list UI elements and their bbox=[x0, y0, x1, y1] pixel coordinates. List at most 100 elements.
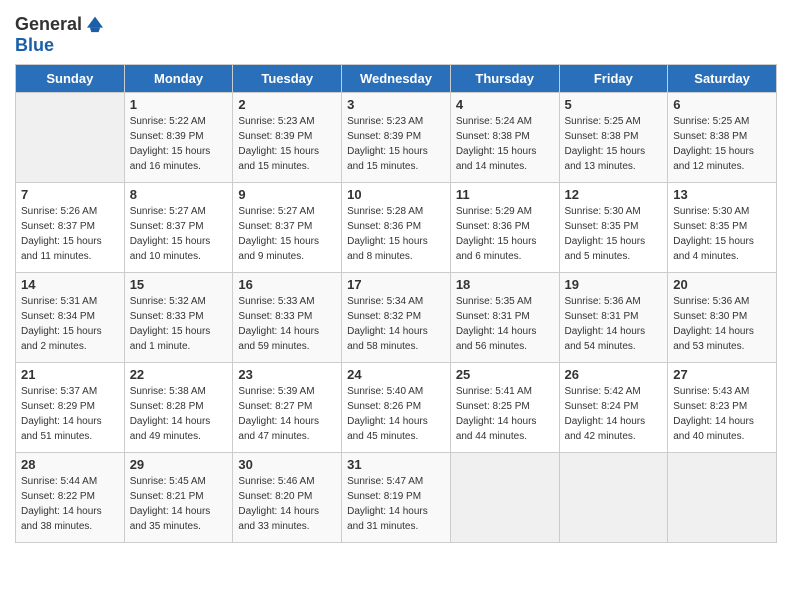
calendar-cell: 14 Sunrise: 5:31 AMSunset: 8:34 PMDaylig… bbox=[16, 273, 125, 363]
calendar-cell: 22 Sunrise: 5:38 AMSunset: 8:28 PMDaylig… bbox=[124, 363, 233, 453]
cell-info: Sunrise: 5:34 AMSunset: 8:32 PMDaylight:… bbox=[347, 294, 445, 354]
calendar-cell: 28 Sunrise: 5:44 AMSunset: 8:22 PMDaylig… bbox=[16, 453, 125, 543]
day-number: 26 bbox=[565, 367, 663, 382]
header-tuesday: Tuesday bbox=[233, 65, 342, 93]
day-number: 31 bbox=[347, 457, 445, 472]
calendar-cell: 3 Sunrise: 5:23 AMSunset: 8:39 PMDayligh… bbox=[342, 93, 451, 183]
day-number: 7 bbox=[21, 187, 119, 202]
header-wednesday: Wednesday bbox=[342, 65, 451, 93]
cell-info: Sunrise: 5:37 AMSunset: 8:29 PMDaylight:… bbox=[21, 384, 119, 444]
day-number: 2 bbox=[238, 97, 336, 112]
calendar-cell: 21 Sunrise: 5:37 AMSunset: 8:29 PMDaylig… bbox=[16, 363, 125, 453]
cell-info: Sunrise: 5:41 AMSunset: 8:25 PMDaylight:… bbox=[456, 384, 554, 444]
header-monday: Monday bbox=[124, 65, 233, 93]
cell-info: Sunrise: 5:25 AMSunset: 8:38 PMDaylight:… bbox=[565, 114, 663, 174]
calendar-cell: 8 Sunrise: 5:27 AMSunset: 8:37 PMDayligh… bbox=[124, 183, 233, 273]
cell-info: Sunrise: 5:26 AMSunset: 8:37 PMDaylight:… bbox=[21, 204, 119, 264]
cell-info: Sunrise: 5:23 AMSunset: 8:39 PMDaylight:… bbox=[347, 114, 445, 174]
calendar-week-row: 14 Sunrise: 5:31 AMSunset: 8:34 PMDaylig… bbox=[16, 273, 777, 363]
calendar-week-row: 1 Sunrise: 5:22 AMSunset: 8:39 PMDayligh… bbox=[16, 93, 777, 183]
cell-info: Sunrise: 5:38 AMSunset: 8:28 PMDaylight:… bbox=[130, 384, 228, 444]
calendar-cell: 2 Sunrise: 5:23 AMSunset: 8:39 PMDayligh… bbox=[233, 93, 342, 183]
day-number: 22 bbox=[130, 367, 228, 382]
day-number: 16 bbox=[238, 277, 336, 292]
calendar-cell: 19 Sunrise: 5:36 AMSunset: 8:31 PMDaylig… bbox=[559, 273, 668, 363]
logo: General Blue bbox=[15, 14, 106, 56]
logo-general: General bbox=[15, 14, 82, 35]
calendar-header-row: SundayMondayTuesdayWednesdayThursdayFrid… bbox=[16, 65, 777, 93]
calendar-cell: 24 Sunrise: 5:40 AMSunset: 8:26 PMDaylig… bbox=[342, 363, 451, 453]
cell-info: Sunrise: 5:33 AMSunset: 8:33 PMDaylight:… bbox=[238, 294, 336, 354]
calendar-cell: 31 Sunrise: 5:47 AMSunset: 8:19 PMDaylig… bbox=[342, 453, 451, 543]
calendar-cell: 13 Sunrise: 5:30 AMSunset: 8:35 PMDaylig… bbox=[668, 183, 777, 273]
day-number: 28 bbox=[21, 457, 119, 472]
cell-info: Sunrise: 5:27 AMSunset: 8:37 PMDaylight:… bbox=[238, 204, 336, 264]
cell-info: Sunrise: 5:46 AMSunset: 8:20 PMDaylight:… bbox=[238, 474, 336, 534]
cell-info: Sunrise: 5:35 AMSunset: 8:31 PMDaylight:… bbox=[456, 294, 554, 354]
calendar-cell: 5 Sunrise: 5:25 AMSunset: 8:38 PMDayligh… bbox=[559, 93, 668, 183]
calendar-cell bbox=[668, 453, 777, 543]
calendar-cell: 29 Sunrise: 5:45 AMSunset: 8:21 PMDaylig… bbox=[124, 453, 233, 543]
calendar-week-row: 28 Sunrise: 5:44 AMSunset: 8:22 PMDaylig… bbox=[16, 453, 777, 543]
calendar-cell: 16 Sunrise: 5:33 AMSunset: 8:33 PMDaylig… bbox=[233, 273, 342, 363]
day-number: 21 bbox=[21, 367, 119, 382]
header-thursday: Thursday bbox=[450, 65, 559, 93]
calendar-cell bbox=[16, 93, 125, 183]
day-number: 9 bbox=[238, 187, 336, 202]
page-header: General Blue bbox=[15, 10, 777, 56]
cell-info: Sunrise: 5:36 AMSunset: 8:30 PMDaylight:… bbox=[673, 294, 771, 354]
cell-info: Sunrise: 5:29 AMSunset: 8:36 PMDaylight:… bbox=[456, 204, 554, 264]
day-number: 6 bbox=[673, 97, 771, 112]
cell-info: Sunrise: 5:44 AMSunset: 8:22 PMDaylight:… bbox=[21, 474, 119, 534]
header-saturday: Saturday bbox=[668, 65, 777, 93]
day-number: 14 bbox=[21, 277, 119, 292]
calendar-cell: 20 Sunrise: 5:36 AMSunset: 8:30 PMDaylig… bbox=[668, 273, 777, 363]
calendar-cell bbox=[559, 453, 668, 543]
day-number: 10 bbox=[347, 187, 445, 202]
cell-info: Sunrise: 5:32 AMSunset: 8:33 PMDaylight:… bbox=[130, 294, 228, 354]
logo-blue: Blue bbox=[15, 35, 54, 55]
day-number: 20 bbox=[673, 277, 771, 292]
day-number: 23 bbox=[238, 367, 336, 382]
calendar-week-row: 21 Sunrise: 5:37 AMSunset: 8:29 PMDaylig… bbox=[16, 363, 777, 453]
day-number: 25 bbox=[456, 367, 554, 382]
calendar-cell: 7 Sunrise: 5:26 AMSunset: 8:37 PMDayligh… bbox=[16, 183, 125, 273]
cell-info: Sunrise: 5:24 AMSunset: 8:38 PMDaylight:… bbox=[456, 114, 554, 174]
calendar-cell: 10 Sunrise: 5:28 AMSunset: 8:36 PMDaylig… bbox=[342, 183, 451, 273]
cell-info: Sunrise: 5:30 AMSunset: 8:35 PMDaylight:… bbox=[673, 204, 771, 264]
day-number: 11 bbox=[456, 187, 554, 202]
header-friday: Friday bbox=[559, 65, 668, 93]
day-number: 4 bbox=[456, 97, 554, 112]
calendar-cell bbox=[450, 453, 559, 543]
day-number: 19 bbox=[565, 277, 663, 292]
calendar-cell: 30 Sunrise: 5:46 AMSunset: 8:20 PMDaylig… bbox=[233, 453, 342, 543]
cell-info: Sunrise: 5:36 AMSunset: 8:31 PMDaylight:… bbox=[565, 294, 663, 354]
day-number: 8 bbox=[130, 187, 228, 202]
calendar-cell: 12 Sunrise: 5:30 AMSunset: 8:35 PMDaylig… bbox=[559, 183, 668, 273]
day-number: 29 bbox=[130, 457, 228, 472]
cell-info: Sunrise: 5:22 AMSunset: 8:39 PMDaylight:… bbox=[130, 114, 228, 174]
cell-info: Sunrise: 5:30 AMSunset: 8:35 PMDaylight:… bbox=[565, 204, 663, 264]
cell-info: Sunrise: 5:28 AMSunset: 8:36 PMDaylight:… bbox=[347, 204, 445, 264]
cell-info: Sunrise: 5:40 AMSunset: 8:26 PMDaylight:… bbox=[347, 384, 445, 444]
day-number: 18 bbox=[456, 277, 554, 292]
calendar-cell: 18 Sunrise: 5:35 AMSunset: 8:31 PMDaylig… bbox=[450, 273, 559, 363]
day-number: 27 bbox=[673, 367, 771, 382]
calendar-cell: 15 Sunrise: 5:32 AMSunset: 8:33 PMDaylig… bbox=[124, 273, 233, 363]
cell-info: Sunrise: 5:47 AMSunset: 8:19 PMDaylight:… bbox=[347, 474, 445, 534]
cell-info: Sunrise: 5:39 AMSunset: 8:27 PMDaylight:… bbox=[238, 384, 336, 444]
day-number: 24 bbox=[347, 367, 445, 382]
calendar-table: SundayMondayTuesdayWednesdayThursdayFrid… bbox=[15, 64, 777, 543]
day-number: 12 bbox=[565, 187, 663, 202]
cell-info: Sunrise: 5:27 AMSunset: 8:37 PMDaylight:… bbox=[130, 204, 228, 264]
cell-info: Sunrise: 5:45 AMSunset: 8:21 PMDaylight:… bbox=[130, 474, 228, 534]
calendar-cell: 26 Sunrise: 5:42 AMSunset: 8:24 PMDaylig… bbox=[559, 363, 668, 453]
cell-info: Sunrise: 5:23 AMSunset: 8:39 PMDaylight:… bbox=[238, 114, 336, 174]
cell-info: Sunrise: 5:25 AMSunset: 8:38 PMDaylight:… bbox=[673, 114, 771, 174]
cell-info: Sunrise: 5:43 AMSunset: 8:23 PMDaylight:… bbox=[673, 384, 771, 444]
day-number: 1 bbox=[130, 97, 228, 112]
calendar-cell: 4 Sunrise: 5:24 AMSunset: 8:38 PMDayligh… bbox=[450, 93, 559, 183]
header-sunday: Sunday bbox=[16, 65, 125, 93]
calendar-cell: 6 Sunrise: 5:25 AMSunset: 8:38 PMDayligh… bbox=[668, 93, 777, 183]
day-number: 15 bbox=[130, 277, 228, 292]
